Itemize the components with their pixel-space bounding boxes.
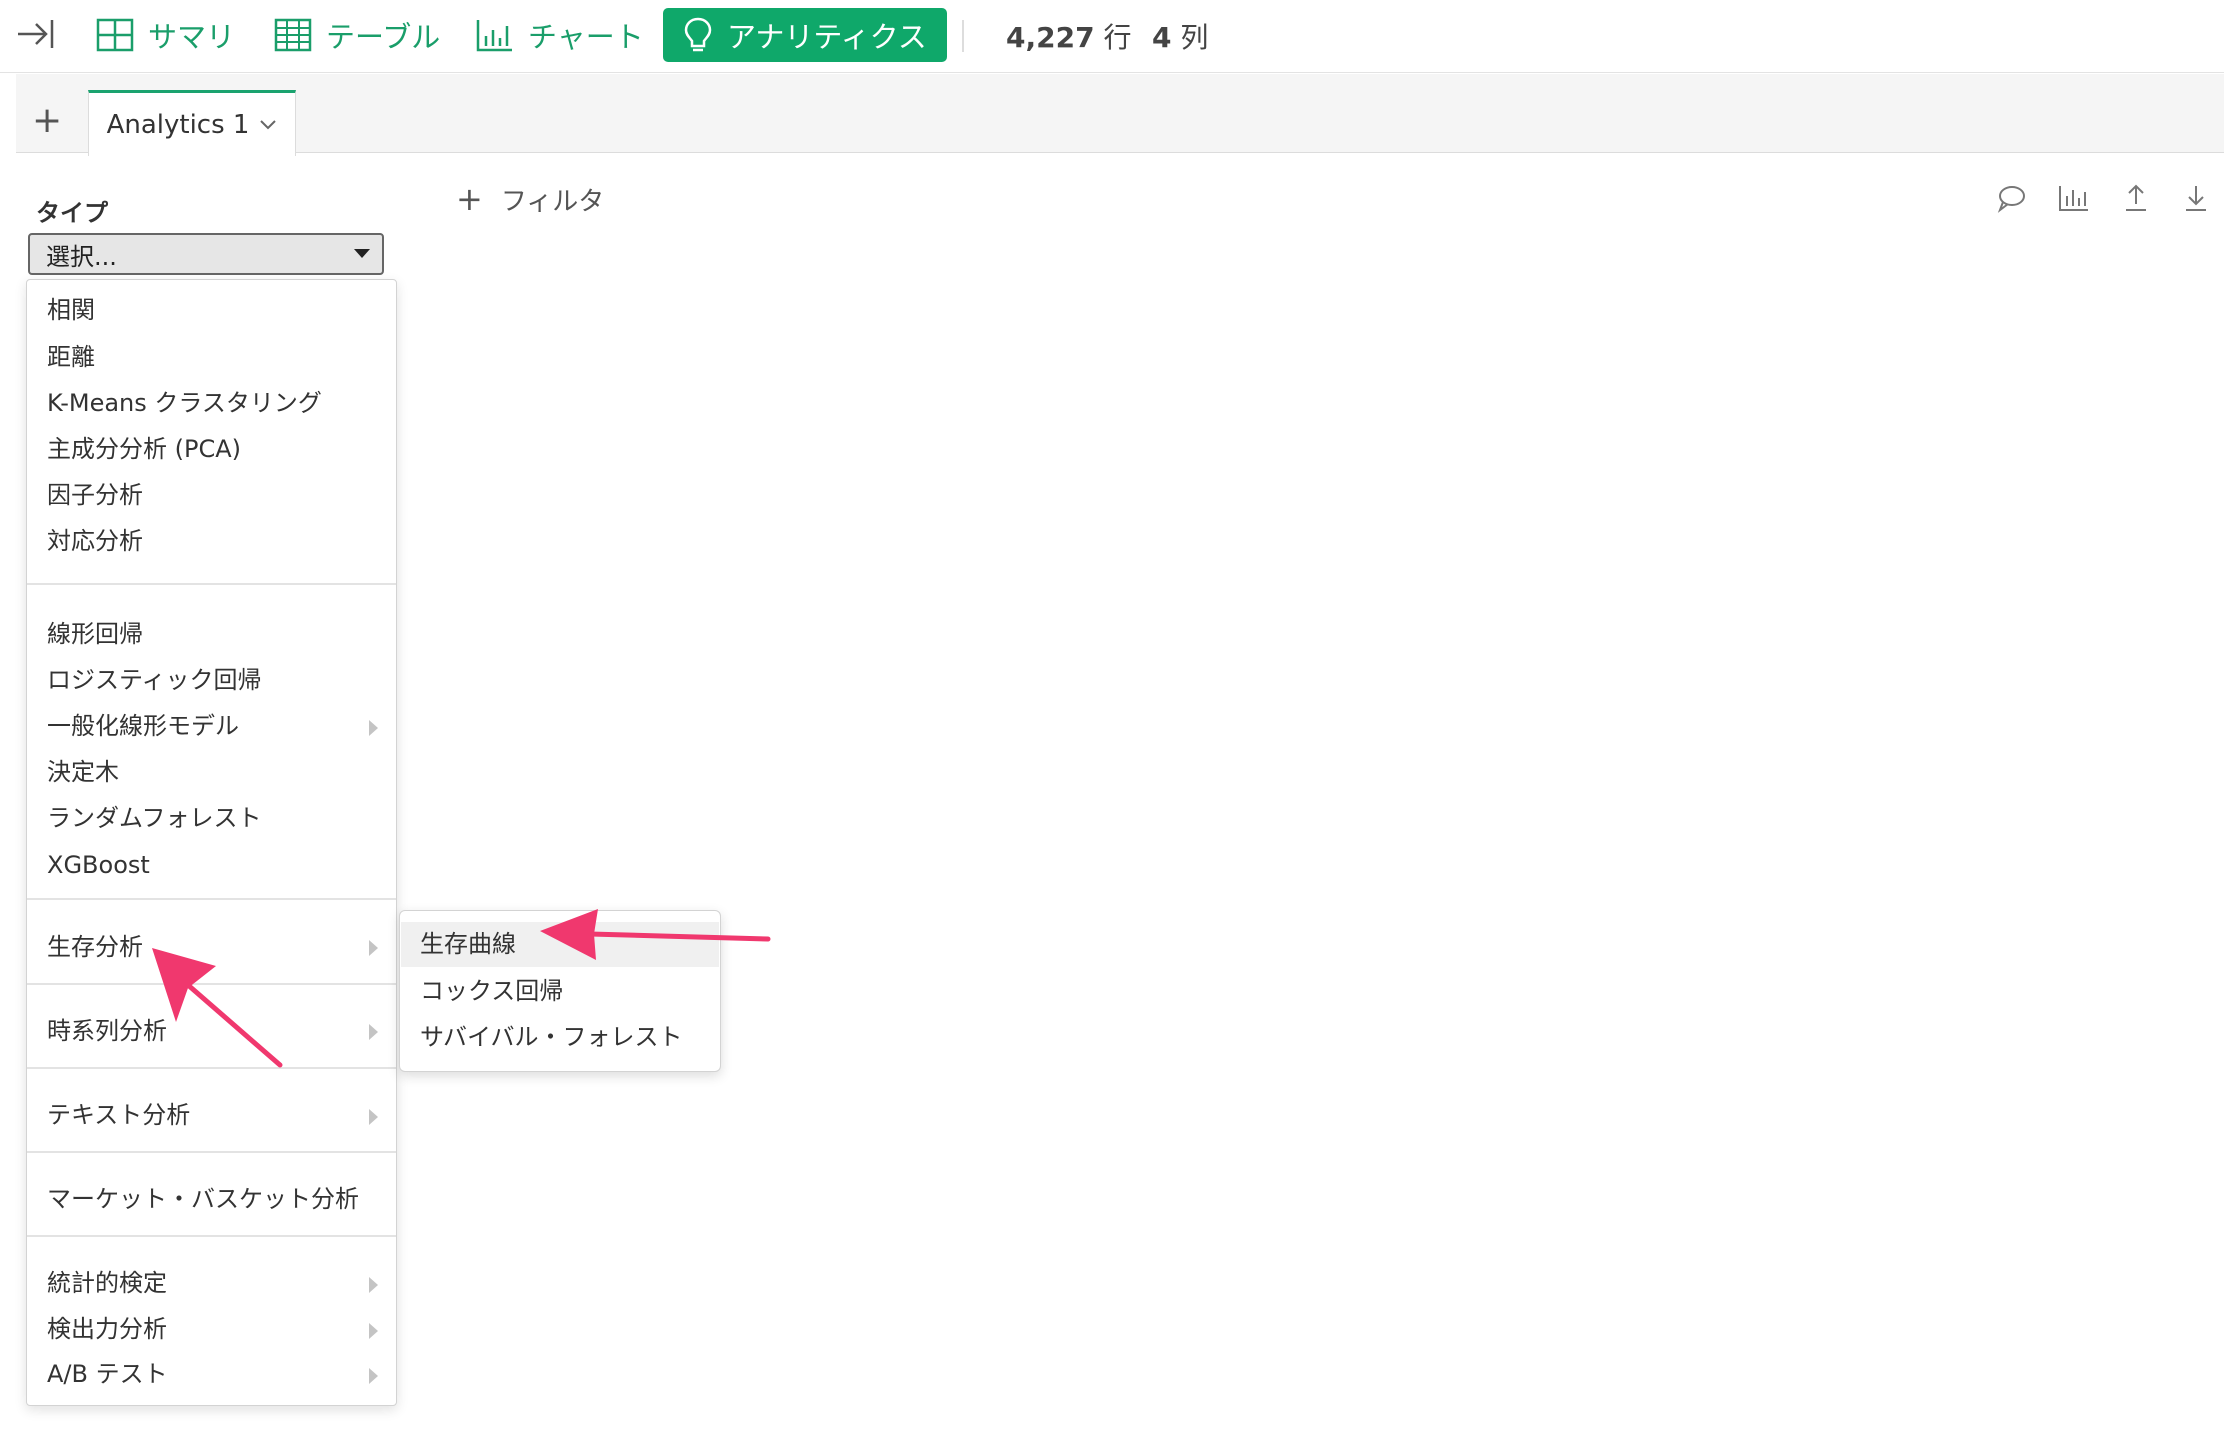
row-count-unit: 行 — [1103, 21, 1132, 54]
submenu-arrow-icon — [369, 1323, 378, 1339]
menu-item-decision-tree[interactable]: 決定木 — [47, 754, 119, 790]
menu-item-statistical-test[interactable]: 統計的検定 — [47, 1265, 167, 1301]
analytics-label: アナリティクス — [727, 20, 927, 54]
column-count: 4 列 — [1152, 16, 1208, 56]
tab-strip — [16, 74, 2224, 153]
submenu-arrow-icon — [369, 1109, 378, 1125]
menu-item-time-series[interactable]: 時系列分析 — [47, 1013, 167, 1049]
submenu-arrow-icon — [369, 940, 378, 956]
caret-down-icon — [354, 249, 370, 258]
menu-item-kmeans[interactable]: K-Means クラスタリング — [47, 385, 322, 421]
submenu-arrow-icon — [369, 1368, 378, 1384]
chart-label: チャート — [528, 20, 644, 54]
add-filter-button[interactable]: + フィルタ — [456, 180, 604, 218]
submenu-arrow-icon — [369, 1024, 378, 1040]
survival-analysis-submenu: 生存曲線 コックス回帰 サバイバル・フォレスト — [399, 910, 721, 1072]
tab-label: Analytics 1 — [106, 109, 250, 140]
menu-item-factor-analysis[interactable]: 因子分析 — [47, 477, 143, 513]
comment-icon[interactable] — [1996, 182, 2028, 214]
menu-item-ab-test[interactable]: A/B テスト — [47, 1356, 168, 1392]
plus-icon: + — [456, 180, 483, 218]
menu-separator — [27, 583, 396, 585]
summary-grid-icon — [96, 18, 134, 52]
type-label: タイプ — [36, 199, 108, 227]
menu-item-power-analysis[interactable]: 検出力分析 — [47, 1311, 167, 1347]
row-count-value: 4,227 — [1006, 21, 1095, 54]
analytics-type-menu: 相関 距離 K-Means クラスタリング 主成分分析 (PCA) 因子分析 対… — [26, 279, 397, 1406]
column-count-unit: 列 — [1180, 21, 1209, 54]
menu-item-random-forest[interactable]: ランダムフォレスト — [47, 800, 262, 836]
menu-separator — [27, 1235, 396, 1237]
menu-item-logistic-regression[interactable]: ロジスティック回帰 — [47, 662, 262, 698]
analytics-tab-button[interactable]: アナリティクス — [663, 8, 947, 62]
chevron-down-icon — [260, 119, 277, 129]
submenu-item-survival-curve[interactable]: 生存曲線 — [420, 926, 516, 962]
menu-item-xgboost[interactable]: XGBoost — [47, 847, 150, 883]
add-tab-button[interactable]: + — [32, 100, 62, 141]
submenu-arrow-icon — [369, 720, 378, 736]
table-label: テーブル — [326, 20, 441, 54]
lightbulb-icon — [684, 17, 712, 52]
tab-analytics-1[interactable]: Analytics 1 — [88, 90, 296, 156]
submenu-item-cox-regression[interactable]: コックス回帰 — [420, 973, 563, 1009]
download-icon[interactable] — [2180, 182, 2212, 214]
menu-item-correlation[interactable]: 相関 — [47, 292, 95, 328]
summary-label: サマリ — [148, 20, 236, 54]
column-count-value: 4 — [1152, 21, 1172, 54]
upload-icon[interactable] — [2120, 182, 2152, 214]
menu-separator — [27, 898, 396, 900]
type-select[interactable]: 選択... — [28, 233, 384, 275]
chart-tab-button[interactable]: チャート — [476, 8, 644, 62]
toolbar-divider — [962, 20, 964, 52]
table-icon — [274, 18, 312, 52]
summary-tab-button[interactable]: サマリ — [96, 8, 235, 62]
menu-item-distance[interactable]: 距離 — [47, 339, 95, 375]
filter-label: フィルタ — [500, 186, 605, 217]
submenu-item-survival-forest[interactable]: サバイバル・フォレスト — [420, 1019, 683, 1055]
bar-chart-icon — [476, 20, 512, 52]
menu-item-survival-analysis[interactable]: 生存分析 — [47, 929, 143, 965]
table-tab-button[interactable]: テーブル — [274, 8, 440, 62]
menu-item-linear-regression[interactable]: 線形回帰 — [47, 616, 143, 652]
menu-item-glm[interactable]: 一般化線形モデル — [47, 708, 239, 744]
menu-separator — [27, 1151, 396, 1153]
menu-item-correspondence-analysis[interactable]: 対応分析 — [47, 523, 143, 559]
row-count: 4,227 行 — [1006, 16, 1132, 56]
menu-item-text-analysis[interactable]: テキスト分析 — [47, 1097, 190, 1133]
submenu-arrow-icon — [369, 1277, 378, 1293]
menu-separator — [27, 983, 396, 985]
collapse-sidebar-icon[interactable] — [16, 14, 56, 58]
menu-separator — [27, 1067, 396, 1069]
menu-item-pca[interactable]: 主成分分析 (PCA) — [47, 431, 241, 467]
chart-view-icon[interactable] — [2058, 182, 2090, 214]
menu-item-market-basket[interactable]: マーケット・バスケット分析 — [47, 1181, 359, 1217]
type-select-value: 選択... — [46, 242, 117, 271]
